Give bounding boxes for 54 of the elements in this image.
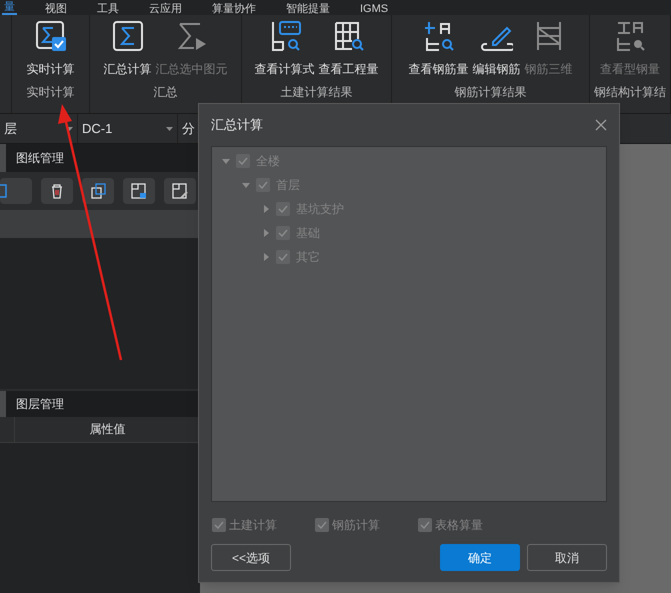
group-label: 汇总 (154, 85, 178, 99)
tool-button[interactable] (123, 178, 155, 204)
checkbox[interactable] (276, 202, 290, 216)
ribbon-button[interactable]: 查看钢筋量 (408, 19, 470, 85)
rebar-search-icon (422, 20, 454, 52)
tool-button[interactable] (41, 178, 73, 204)
drawing-save-icon (129, 181, 149, 201)
dialog-button[interactable]: 确定 (440, 544, 520, 571)
menu-tab[interactable]: 云应用 (147, 3, 184, 15)
collapse-arrow-icon[interactable] (242, 181, 250, 189)
checkbox[interactable] (256, 178, 270, 192)
caret-icon[interactable] (66, 126, 73, 130)
checkbox-label: 土建计算 (229, 517, 277, 534)
checkbox[interactable] (276, 226, 290, 240)
checkbox[interactable] (236, 154, 250, 168)
menu-tab[interactable]: IGMS (358, 3, 390, 15)
group-label: 实时计算 (26, 85, 74, 99)
dialog-title: 汇总计算 (211, 116, 263, 134)
checkbox[interactable] (315, 518, 329, 532)
expand-arrow-icon[interactable] (262, 253, 270, 261)
menu-tab[interactable]: 视图 (43, 3, 69, 15)
checkbox[interactable] (212, 518, 226, 532)
collapse-arrow-icon[interactable] (222, 157, 230, 165)
ribbon-button[interactable]: 实时计算 (26, 19, 76, 85)
checkbox-label: 钢筋计算 (332, 517, 380, 534)
menu-tab[interactable]: 智能提量 (284, 3, 332, 15)
checkbox[interactable] (276, 250, 290, 264)
group-label: 土建计算结果 (280, 85, 352, 99)
grid-search-icon (332, 20, 364, 52)
checkbox[interactable] (418, 518, 432, 532)
close-icon[interactable] (595, 119, 607, 131)
dialog-button[interactable]: <<选项 (211, 544, 291, 571)
sigma-cursor-icon (176, 20, 208, 52)
checkbox-label: 表格算量 (435, 517, 483, 534)
menu-tab[interactable]: 算量协作 (210, 3, 258, 15)
sigma-check-icon (34, 20, 66, 52)
steel-search-icon (614, 20, 646, 52)
menu-tab[interactable]: 工具 (95, 3, 121, 15)
ribbon-button[interactable]: 查看计算式 (254, 19, 316, 85)
ribbon-button[interactable]: 编辑钢筋 (472, 19, 522, 85)
group-label: 钢筋计算结果 (454, 85, 526, 99)
dropdown[interactable]: DC-1 (78, 114, 178, 143)
dialog-button[interactable]: 取消 (527, 544, 607, 571)
tool-button[interactable] (82, 178, 114, 204)
caret-icon[interactable] (166, 126, 173, 130)
ribbon-button[interactable]: 查看工程量 (318, 19, 380, 85)
sigma-icon (112, 20, 144, 52)
expand-arrow-icon[interactable] (262, 205, 270, 213)
group-label: 钢结构计算结 (594, 85, 666, 99)
expand-arrow-icon[interactable] (262, 229, 270, 237)
tool-button[interactable] (164, 178, 196, 204)
ribbon-button[interactable]: 汇总计算 (102, 19, 152, 85)
drawing-edit-icon (170, 181, 190, 201)
column-header: 属性值 (88, 421, 126, 438)
